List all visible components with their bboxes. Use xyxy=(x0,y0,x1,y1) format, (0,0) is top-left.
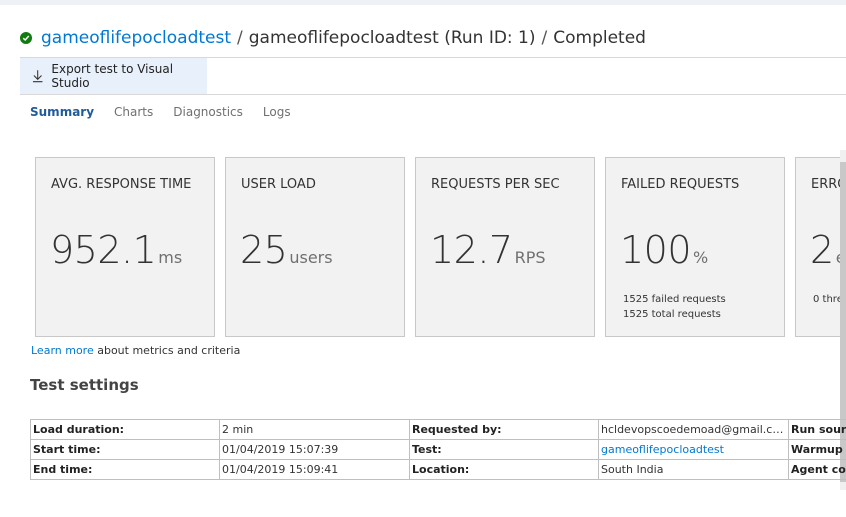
threshold-count: 0 thre xyxy=(813,294,840,305)
test-name-link[interactable]: gameoflifepocloadtest xyxy=(41,28,231,48)
breadcrumb-separator: / xyxy=(541,28,548,48)
setting-key: Load duration: xyxy=(30,419,220,440)
metric-label: REQUESTS PER SEC xyxy=(431,177,560,192)
setting-key: Warmup xyxy=(788,439,846,460)
tab-diagnostics[interactable]: Diagnostics xyxy=(173,105,243,119)
breadcrumb-separator: / xyxy=(237,28,243,48)
tab-charts[interactable]: Charts xyxy=(114,105,153,119)
test-settings-heading: Test settings xyxy=(30,376,139,394)
table-row: Start time: 01/04/2019 15:07:39 Test: ga… xyxy=(30,439,846,460)
success-check-icon xyxy=(20,32,32,44)
metric-unit: RPS xyxy=(514,248,546,267)
export-to-visual-studio-button[interactable]: Export test to Visual Studio xyxy=(20,58,207,94)
setting-key: End time: xyxy=(30,459,220,480)
page-title: gameoflifepocloadtest / gameoflifepocloa… xyxy=(20,26,646,50)
test-settings-table: Load duration: 2 min Requested by: hclde… xyxy=(30,419,846,480)
metric-card-user-load: USER LOAD 25 users xyxy=(225,157,405,337)
metric-unit: ms xyxy=(158,248,183,267)
metric-number: 12.7 xyxy=(430,228,513,272)
table-row: End time: 01/04/2019 15:09:41 Location: … xyxy=(30,459,846,480)
setting-key: Location: xyxy=(409,459,599,480)
metric-detail: 1525 failed requests 1525 total requests xyxy=(623,292,726,322)
metric-value: 952.1 ms xyxy=(50,228,182,272)
metric-unit: users xyxy=(289,248,333,267)
download-icon xyxy=(32,70,43,83)
failed-count: 1525 failed requests xyxy=(623,294,726,305)
setting-key: Requested by: xyxy=(409,419,599,440)
metric-value: 25 users xyxy=(240,228,333,272)
tab-summary[interactable]: Summary xyxy=(30,105,94,119)
run-title: gameoflifepocloadtest (Run ID: 1) xyxy=(248,28,536,48)
metric-card-avg-response-time: AVG. RESPONSE TIME 952.1 ms xyxy=(35,157,215,337)
metric-value: 12.7 RPS xyxy=(430,228,546,272)
setting-key: Run sour xyxy=(788,419,846,440)
top-strip xyxy=(0,0,846,5)
metric-card-errors: ERRO 2e 0 thre xyxy=(795,157,840,337)
test-link[interactable]: gameoflifepocloadtest xyxy=(598,439,789,460)
divider xyxy=(20,94,846,95)
metric-cards: AVG. RESPONSE TIME 952.1 ms USER LOAD 25 u… xyxy=(35,157,840,337)
metric-card-requests-per-sec: REQUESTS PER SEC 12.7 RPS xyxy=(415,157,595,337)
metric-label: AVG. RESPONSE TIME xyxy=(51,177,192,192)
setting-key: Test: xyxy=(409,439,599,460)
metric-value: 2e xyxy=(810,228,840,272)
setting-value: 01/04/2019 15:09:41 xyxy=(219,459,410,480)
metric-label: FAILED REQUESTS xyxy=(621,177,740,192)
settings-table-viewport: Load duration: 2 min Requested by: hclde… xyxy=(0,410,846,490)
metric-number: 100 xyxy=(620,228,692,272)
learn-more-link[interactable]: Learn more xyxy=(31,344,94,357)
learn-more-line: Learn more about metrics and criteria xyxy=(31,344,240,357)
tab-bar: Summary Charts Diagnostics Logs xyxy=(30,105,311,119)
setting-key: Start time: xyxy=(30,439,220,460)
table-row: Load duration: 2 min Requested by: hclde… xyxy=(30,419,846,440)
setting-key: Agent co xyxy=(788,459,846,480)
metric-unit: % xyxy=(693,248,709,267)
metric-number: 952.1 xyxy=(50,228,157,272)
learn-more-text: about metrics and criteria xyxy=(93,344,241,357)
setting-value: South India xyxy=(598,459,789,480)
metric-number: 25 xyxy=(240,228,288,272)
total-count: 1525 total requests xyxy=(623,309,721,320)
setting-value: 2 min xyxy=(219,419,410,440)
metric-number: 2 xyxy=(810,228,834,272)
metric-value: 100% xyxy=(620,228,708,272)
tab-logs[interactable]: Logs xyxy=(263,105,291,119)
export-button-label: Export test to Visual Studio xyxy=(51,62,174,90)
setting-value: 01/04/2019 15:07:39 xyxy=(219,439,410,460)
run-status: Completed xyxy=(553,28,646,48)
metric-card-failed-requests: FAILED REQUESTS 100% 1525 failed request… xyxy=(605,157,785,337)
metric-label: USER LOAD xyxy=(241,177,316,192)
metric-label: ERRO xyxy=(811,177,840,192)
setting-value: hcldevopscoedemoad@gmail.co... xyxy=(598,419,789,440)
metric-detail: 0 thre xyxy=(813,292,840,307)
metric-unit: e xyxy=(836,248,840,267)
